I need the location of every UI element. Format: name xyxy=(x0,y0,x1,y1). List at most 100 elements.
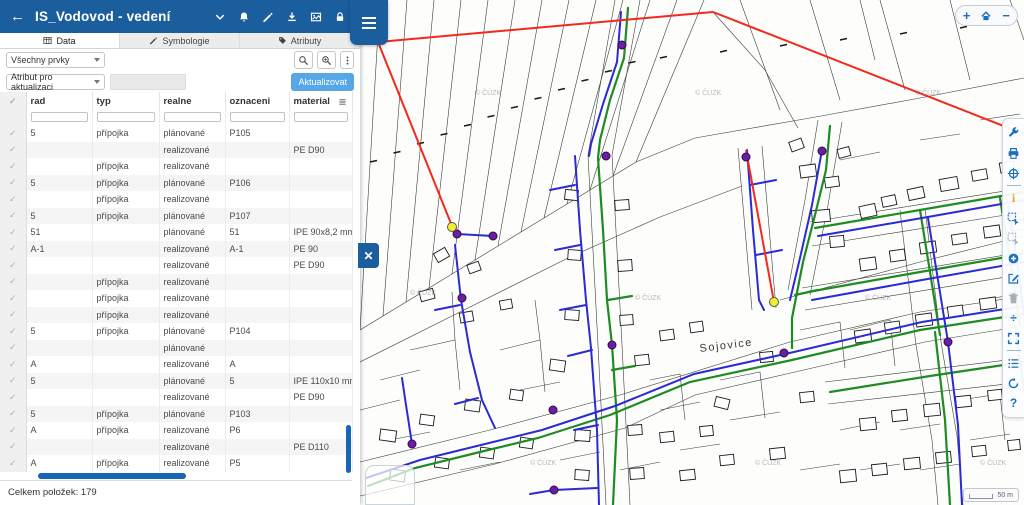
panel-menu-button[interactable] xyxy=(350,0,388,45)
column-header-oznaceni[interactable]: oznaceni xyxy=(225,92,290,110)
table-row[interactable]: ✓ realizované PE D110 xyxy=(0,438,353,455)
image-icon[interactable] xyxy=(306,9,326,25)
expand-icon[interactable] xyxy=(1005,329,1023,347)
table-row[interactable]: ✓ přípojka realizované xyxy=(0,306,353,323)
vertical-scrollbar[interactable] xyxy=(346,425,351,473)
row-checkbox[interactable]: ✓ xyxy=(0,158,27,175)
bell-icon[interactable] xyxy=(234,9,254,25)
table-row[interactable]: ✓ realizované PE D90 xyxy=(0,389,353,406)
table-row[interactable]: ✓ realizované PE D90 xyxy=(0,141,353,158)
table-row[interactable]: ✓ Apřípojka realizované P6 xyxy=(0,422,353,439)
row-checkbox[interactable]: ✓ xyxy=(0,422,27,439)
table-row[interactable]: ✓ Arealizované A xyxy=(0,356,353,373)
row-checkbox[interactable]: ✓ xyxy=(0,290,27,307)
horizontal-scrollbar[interactable] xyxy=(38,473,186,479)
tab-data[interactable]: Data xyxy=(0,33,120,48)
add-circle-icon[interactable] xyxy=(1005,249,1023,267)
wrench-icon[interactable] xyxy=(1005,124,1023,142)
filter-input-oznaceni[interactable] xyxy=(229,111,285,122)
touch-zoom-widget[interactable] xyxy=(365,465,415,505)
filter-input-realne[interactable] xyxy=(163,111,221,122)
row-checkbox[interactable]: ✓ xyxy=(0,207,27,224)
printer-icon[interactable] xyxy=(1005,144,1023,162)
cell-typ: přípojka xyxy=(92,273,160,290)
select-disabled-icon[interactable] xyxy=(1005,229,1023,247)
history-icon[interactable] xyxy=(1005,374,1023,392)
table-row[interactable]: ✓ přípojka realizované xyxy=(0,290,353,307)
table-row[interactable]: ✓ 5 přípojka plánované P107 xyxy=(0,207,353,224)
column-menu-button[interactable] xyxy=(336,95,350,108)
row-checkbox[interactable]: ✓ xyxy=(0,306,27,323)
attribute-value-input[interactable] xyxy=(110,74,186,90)
column-header-realne[interactable]: realne xyxy=(159,92,226,110)
row-checkbox[interactable]: ✓ xyxy=(0,257,27,274)
row-checkbox[interactable]: ✓ xyxy=(0,356,27,373)
row-checkbox[interactable]: ✓ xyxy=(0,389,27,406)
attribute-select[interactable]: Atribut pro aktualizaci xyxy=(6,72,105,92)
row-checkbox[interactable]: ✓ xyxy=(0,191,27,208)
row-checkbox[interactable]: ✓ xyxy=(0,141,27,158)
zoom-out-button[interactable]: − xyxy=(1002,9,1010,22)
search-button[interactable] xyxy=(294,51,313,69)
download-icon[interactable] xyxy=(282,9,302,25)
table-row[interactable]: ✓ přípojka realizované xyxy=(0,273,353,290)
table-row[interactable]: ✓ plánované xyxy=(0,339,353,356)
cell-typ xyxy=(92,141,160,158)
row-checkbox[interactable]: ✓ xyxy=(0,438,27,455)
select-all-checkbox[interactable]: ✓ xyxy=(0,92,27,110)
chevron-down-icon[interactable] xyxy=(210,9,230,25)
row-checkbox[interactable]: ✓ xyxy=(0,273,27,290)
more-options-button[interactable] xyxy=(340,51,354,69)
table-row[interactable]: ✓ Apřípojka realizované P5 xyxy=(0,455,353,472)
panel-close-button[interactable]: ✕ xyxy=(358,243,379,268)
trash-icon[interactable] xyxy=(1005,289,1023,307)
row-checkbox[interactable]: ✓ xyxy=(0,323,27,340)
column-header-typ[interactable]: typ xyxy=(92,92,160,110)
table-row[interactable]: ✓ přípojka realizované xyxy=(0,191,353,208)
lock-icon[interactable] xyxy=(330,9,350,25)
layer-select[interactable]: Všechny prvky xyxy=(6,52,105,68)
edit-icon[interactable] xyxy=(1005,269,1023,287)
table-row[interactable]: ✓ 5 přípojka plánované P103 xyxy=(0,405,353,422)
table-row[interactable]: ✓ přípojka realizované xyxy=(0,158,353,175)
row-checkbox[interactable]: ✓ xyxy=(0,240,27,257)
help-icon[interactable]: ? xyxy=(1005,394,1023,412)
filter-input-material[interactable] xyxy=(293,111,348,122)
filter-input-typ[interactable] xyxy=(96,111,155,122)
row-checkbox[interactable]: ✓ xyxy=(0,174,27,191)
map-canvas[interactable]: © ČÚZK © ČÚZK © ČÚZK © ČÚZK © ČÚZK © ČÚZK © ČÚ… xyxy=(360,0,1024,505)
table-row[interactable]: ✓ 5 přípojka plánované P105 xyxy=(0,125,353,142)
info-icon[interactable]: i xyxy=(1005,189,1023,207)
row-checkbox[interactable]: ✓ xyxy=(0,339,27,356)
column-header-material[interactable]: material xyxy=(289,92,353,110)
cell-material: PE D90 xyxy=(289,257,353,274)
table-row[interactable]: ✓ 5 plánované 5 IPE 110x10 mm xyxy=(0,372,353,389)
row-checkbox[interactable]: ✓ xyxy=(0,372,27,389)
zoom-in-button[interactable]: + xyxy=(963,9,971,22)
tab-atributy[interactable]: Atributy xyxy=(240,33,360,48)
back-button[interactable]: ← xyxy=(10,9,25,24)
update-button[interactable]: Aktualizovat xyxy=(291,73,354,91)
table-row[interactable]: ✓ realizované PE D90 xyxy=(0,257,353,274)
row-checkbox[interactable]: ✓ xyxy=(0,125,27,142)
home-button[interactable] xyxy=(980,10,992,22)
globe-icon[interactable] xyxy=(1005,164,1023,182)
table-footer: Celkem položek: 179 xyxy=(0,480,352,505)
tab-symbologie[interactable]: Symbologie xyxy=(120,33,240,48)
row-checkbox[interactable]: ✓ xyxy=(0,455,27,472)
pencil-icon[interactable] xyxy=(258,9,278,25)
select-icon[interactable] xyxy=(1005,209,1023,227)
table-row[interactable]: ✓ 5 přípojka plánované P104 xyxy=(0,323,353,340)
row-checkbox[interactable]: ✓ xyxy=(0,405,27,422)
list-icon[interactable] xyxy=(1005,354,1023,372)
table-row[interactable]: ✓ A-1 realizované A-1 PE 90 xyxy=(0,240,353,257)
map-toolbar: i ÷? xyxy=(1002,118,1024,418)
cell-rad: 5 xyxy=(26,125,93,142)
column-header-rad[interactable]: rad xyxy=(26,92,93,110)
divide-icon[interactable]: ÷ xyxy=(1005,309,1023,327)
filter-input-rad[interactable] xyxy=(30,111,88,122)
table-row[interactable]: ✓ 51 plánované 51 IPE 90x8,2 mm xyxy=(0,224,353,241)
search-zoom-button[interactable] xyxy=(317,51,336,69)
table-row[interactable]: ✓ 5 přípojka plánované P106 xyxy=(0,174,353,191)
row-checkbox[interactable]: ✓ xyxy=(0,224,27,241)
